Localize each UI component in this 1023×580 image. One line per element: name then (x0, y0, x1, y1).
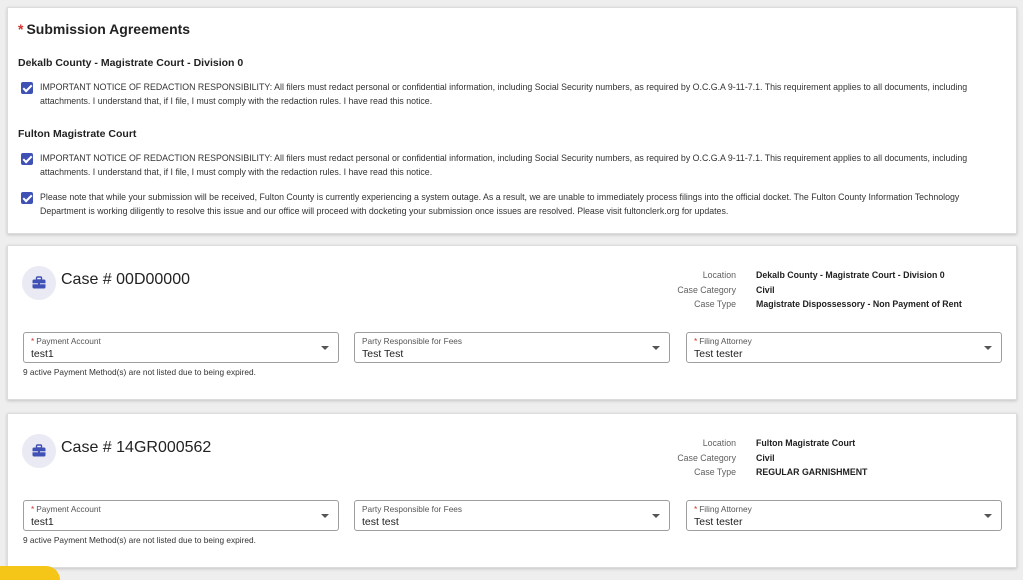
checkbox-checked-icon[interactable] (21, 153, 33, 165)
payment-account-label: Payment Account (36, 504, 101, 514)
notice-text: Please note that while your submission w… (40, 192, 960, 216)
filing-attorney-select[interactable]: * Filing Attorney Test tester (686, 500, 1002, 531)
location-label: Location (702, 270, 736, 281)
party-responsible-select[interactable]: Party Responsible for Fees test test (354, 500, 670, 531)
briefcase-icon (22, 266, 56, 300)
agreements-title: * Submission Agreements (18, 21, 191, 37)
outage-notice-fulton[interactable]: Please note that while your submission w… (21, 191, 1006, 218)
filing-attorney-label: Filing Attorney (699, 504, 752, 514)
court-heading-fulton: Fulton Magistrate Court (18, 128, 137, 140)
case-category-label: Case Category (677, 284, 736, 295)
case-type-value: REGULAR GARNISHMENT (756, 467, 868, 478)
redaction-notice-fulton[interactable]: IMPORTANT NOTICE OF REDACTION RESPONSIBI… (21, 152, 1006, 179)
payment-account-select[interactable]: * Payment Account test1 (23, 500, 339, 531)
notice-text: IMPORTANT NOTICE OF REDACTION RESPONSIBI… (40, 82, 968, 106)
dropdown-arrow-icon[interactable] (652, 514, 660, 518)
case-type-value: Magistrate Dispossessory - Non Payment o… (756, 299, 962, 310)
case-number-title: Case # 14GR000562 (61, 439, 212, 456)
submission-agreements-card: * Submission Agreements Dekalb County - M… (7, 7, 1017, 234)
payment-account-value: test1 (31, 348, 54, 360)
expired-payment-note: 9 active Payment Method(s) are not liste… (23, 367, 256, 377)
required-marker: * (31, 336, 35, 346)
dropdown-arrow-icon[interactable] (321, 346, 329, 350)
expired-payment-note: 9 active Payment Method(s) are not liste… (23, 535, 256, 545)
dropdown-arrow-icon[interactable] (321, 514, 329, 518)
location-label: Location (702, 438, 736, 449)
briefcase-icon (22, 434, 56, 468)
case-category-value: Civil (756, 452, 775, 463)
notice-text: IMPORTANT NOTICE OF REDACTION RESPONSIBI… (40, 153, 968, 177)
case-card: Case # 00D00000 Location Dekalb County -… (7, 245, 1017, 400)
dropdown-arrow-icon[interactable] (984, 346, 992, 350)
case-type-label: Case Type (694, 467, 736, 478)
payment-account-value: test1 (31, 516, 54, 528)
filing-attorney-select[interactable]: * Filing Attorney Test tester (686, 332, 1002, 363)
dropdown-arrow-icon[interactable] (652, 346, 660, 350)
party-responsible-value: test test (362, 516, 399, 528)
required-marker: * (694, 504, 698, 514)
location-value: Fulton Magistrate Court (756, 438, 856, 449)
case-number-title: Case # 00D00000 (61, 271, 190, 288)
case-category-value: Civil (756, 284, 775, 295)
case-card: Case # 14GR000562 Location Fulton Magist… (7, 413, 1017, 568)
party-responsible-label: Party Responsible for Fees (362, 336, 463, 346)
party-responsible-label: Party Responsible for Fees (362, 504, 463, 514)
party-responsible-value: Test Test (362, 348, 404, 360)
checkbox-checked-icon[interactable] (21, 82, 33, 94)
required-marker: * (694, 336, 698, 346)
redaction-notice-dekalb[interactable]: IMPORTANT NOTICE OF REDACTION RESPONSIBI… (21, 81, 1006, 108)
required-marker: * (18, 21, 24, 37)
payment-account-label: Payment Account (36, 336, 101, 346)
filing-attorney-value: Test tester (694, 516, 743, 528)
case-details: Location Dekalb County - Magistrate Cour… (568, 268, 962, 312)
filing-attorney-value: Test tester (694, 348, 743, 360)
case-details: Location Fulton Magistrate Court Case Ca… (568, 436, 867, 480)
checkbox-checked-icon[interactable] (21, 192, 33, 204)
case-category-label: Case Category (677, 452, 736, 463)
party-responsible-select[interactable]: Party Responsible for Fees Test Test (354, 332, 670, 363)
filing-attorney-label: Filing Attorney (699, 336, 752, 346)
location-value: Dekalb County - Magistrate Court - Divis… (756, 270, 945, 281)
required-marker: * (31, 504, 35, 514)
dropdown-arrow-icon[interactable] (984, 514, 992, 518)
court-heading-dekalb: Dekalb County - Magistrate Court - Divis… (18, 57, 244, 69)
payment-account-select[interactable]: * Payment Account test1 (23, 332, 339, 363)
floating-action-button[interactable] (0, 566, 60, 580)
case-type-label: Case Type (694, 299, 736, 310)
